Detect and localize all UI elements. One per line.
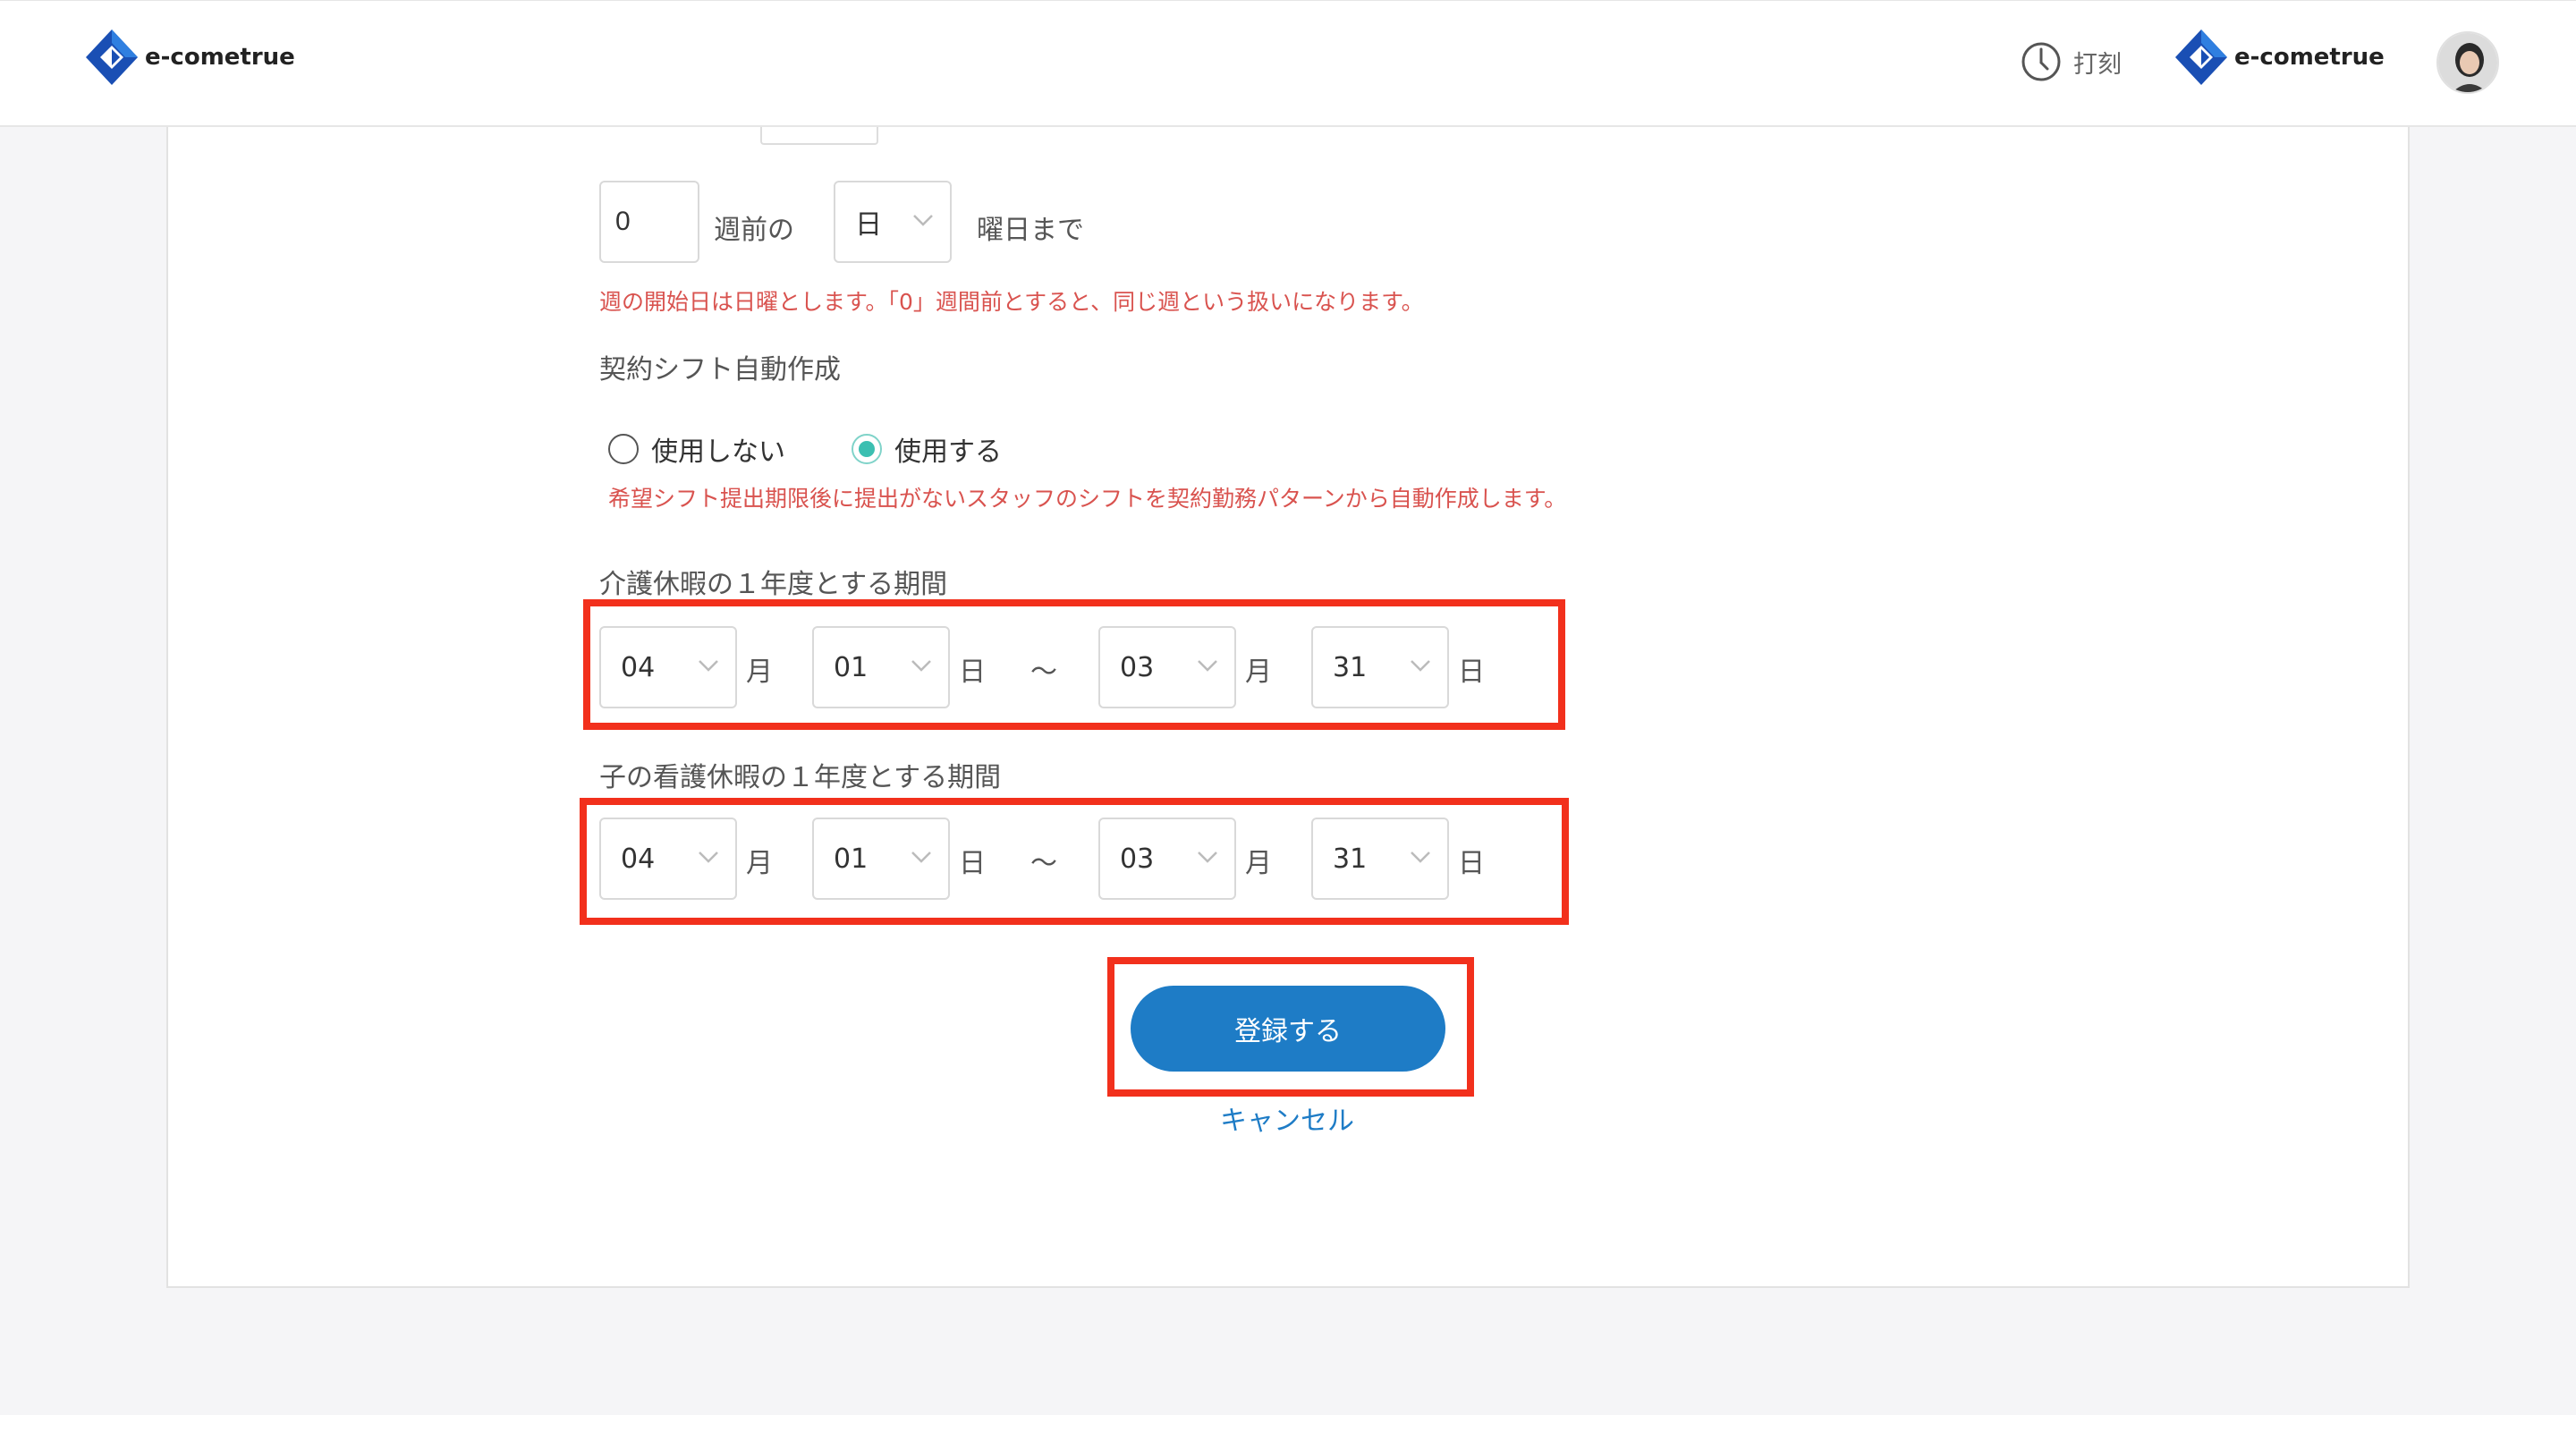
weeks-before-value: 0 [615,207,631,236]
user-avatar[interactable] [2436,31,2499,94]
radio-auto-shift-off-label: 使用しない [651,436,785,468]
week-start-note: 週の開始日は日曜とします。「0」週間前とすると、同じ週という扱いになります。 [599,289,1424,315]
child-care-leave-end-month-select[interactable]: 03 [1098,818,1236,900]
child-care-leave-title: 子の看護休暇の１年度とする期間 [599,762,1002,793]
chevron-down-icon [913,215,933,226]
child-care-leave-start-day-unit: 日 [959,848,986,879]
care-leave-title: 介護休暇の１年度とする期間 [599,569,948,600]
weekday-select[interactable]: 日 [834,181,952,263]
care-leave-end-month-unit: 月 [1245,657,1272,688]
care-leave-range-tilde: 〜 [1030,657,1057,688]
user-avatar-icon [2438,33,2497,92]
auto-shift-title: 契約シフト自動作成 [599,354,841,386]
brand-name-right: e-cometrue [2234,44,2385,71]
child-care-leave-end-month-value: 03 [1120,843,1155,875]
chevron-down-icon [911,660,931,672]
care-leave-start-day-unit: 日 [959,657,986,688]
care-leave-start-day-select[interactable]: 01 [812,626,950,708]
care-leave-end-month-select[interactable]: 03 [1098,626,1236,708]
cometrue-logo-icon [2175,30,2227,85]
weekday-select-value: 日 [855,209,882,241]
chevron-down-icon [1198,852,1217,863]
care-leave-start-month-select[interactable]: 04 [599,626,737,708]
auto-shift-note: 希望シフト提出期限後に提出がないスタッフのシフトを契約勤務パターンから自動作成し… [608,486,1567,512]
child-care-leave-start-month-unit: 月 [746,848,773,879]
radio-auto-shift-on[interactable]: 使用する [852,429,1002,469]
radio-circle-on [852,434,882,464]
brand-name-left: e-cometrue [145,44,295,71]
cometrue-logo-icon [86,30,138,85]
child-care-leave-end-day-select[interactable]: 31 [1311,818,1449,900]
chevron-down-icon [699,660,718,672]
weekday-suffix-label: 曜日まで [977,215,1084,246]
care-leave-end-day-select[interactable]: 31 [1311,626,1449,708]
child-care-leave-start-month-select[interactable]: 04 [599,818,737,900]
app-header: e-cometrue 打刻 e-cometrue [0,0,2576,127]
care-leave-end-month-value: 03 [1120,651,1155,683]
care-leave-start-month-unit: 月 [746,657,773,688]
child-care-leave-end-month-unit: 月 [1245,848,1272,879]
child-care-leave-start-day-value: 01 [834,843,869,875]
care-leave-end-day-unit: 日 [1458,657,1485,688]
submit-button[interactable]: 登録する [1131,986,1445,1072]
brand-logo-right[interactable]: e-cometrue [2174,28,2385,87]
weeks-before-label: 週前の [714,215,794,246]
care-leave-end-day-value: 31 [1333,651,1368,683]
clock-in-label: 打刻 [2073,50,2122,79]
clock-icon [2021,42,2061,81]
child-care-leave-end-day-value: 31 [1333,843,1368,875]
care-leave-start-month-value: 04 [621,651,656,683]
chevron-down-icon [911,852,931,863]
chevron-down-icon [1411,660,1430,672]
child-care-leave-start-month-value: 04 [621,843,656,875]
cancel-link[interactable]: キャンセル [1220,1098,1354,1138]
radio-auto-shift-on-label: 使用する [894,436,1002,468]
chevron-down-icon [1411,852,1430,863]
previous-field-edge [760,127,878,145]
weeks-before-input[interactable]: 0 [599,181,699,263]
radio-circle-off [608,434,639,464]
radio-auto-shift-off[interactable]: 使用しない [608,429,785,469]
clock-in-button[interactable]: 打刻 [2020,40,2122,83]
chevron-down-icon [699,852,718,863]
brand-logo-left[interactable]: e-cometrue [84,28,295,87]
care-leave-start-day-value: 01 [834,651,869,683]
child-care-leave-start-day-select[interactable]: 01 [812,818,950,900]
child-care-leave-range-tilde: 〜 [1030,848,1057,879]
child-care-leave-end-day-unit: 日 [1458,848,1485,879]
chevron-down-icon [1198,660,1217,672]
